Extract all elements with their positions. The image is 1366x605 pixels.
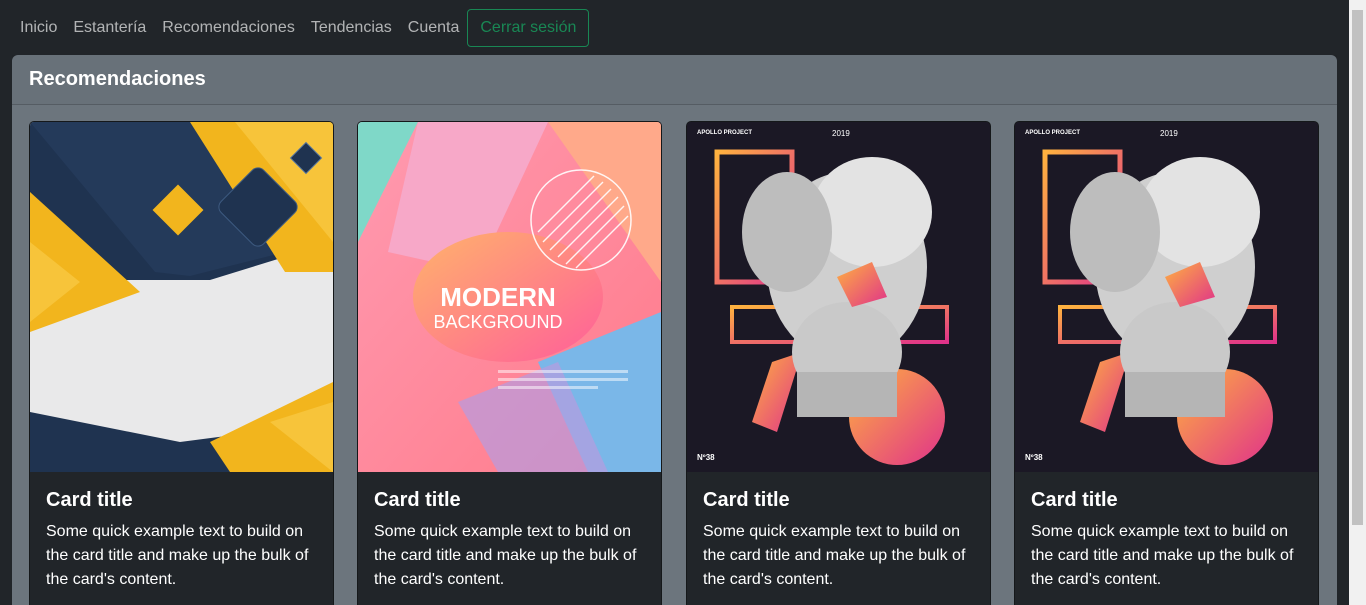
- nav-link-cuenta[interactable]: Cuenta: [400, 16, 468, 40]
- card-body: Card title Some quick example text to bu…: [30, 472, 333, 605]
- panel-header: Recomendaciones: [12, 55, 1337, 105]
- poster-heading: MODERN: [440, 282, 556, 312]
- poster-label: APOLLO PROJECT: [1025, 130, 1080, 136]
- card-body: Card title Some quick example text to bu…: [358, 472, 661, 605]
- nav-link-recomendaciones[interactable]: Recomendaciones: [154, 16, 303, 40]
- book-card[interactable]: Card title Some quick example text to bu…: [29, 121, 334, 605]
- nav-link-inicio[interactable]: Inicio: [12, 16, 65, 40]
- card-title: Card title: [1031, 489, 1118, 511]
- logout-button[interactable]: Cerrar sesión: [467, 8, 590, 47]
- book-card[interactable]: APOLLO PROJECT 2019 Nº38 Card title Some…: [686, 121, 991, 605]
- card-title: Card title: [46, 489, 133, 511]
- card-text: Some quick example text to build on the …: [703, 523, 966, 588]
- card-image-apollo-poster: APOLLO PROJECT 2019 Nº38: [1015, 122, 1318, 472]
- top-navbar: Inicio Estantería Recomendaciones Tenden…: [0, 0, 1349, 55]
- card-image-modern-background: MODERN BACKGROUND: [358, 122, 661, 472]
- book-card[interactable]: MODERN BACKGROUND Card title Some quick …: [357, 121, 662, 605]
- card-title: Card title: [703, 489, 790, 511]
- card-text: Some quick example text to build on the …: [46, 523, 309, 588]
- nav-link-estanteria[interactable]: Estantería: [65, 16, 154, 40]
- nav-link-tendencias[interactable]: Tendencias: [303, 16, 400, 40]
- card-body: Card title Some quick example text to bu…: [1015, 472, 1318, 605]
- recommendations-panel: Recomendaciones Card title Some quick ex…: [12, 55, 1337, 605]
- book-card[interactable]: APOLLO PROJECT 2019 Nº38 Card title Some…: [1014, 121, 1319, 605]
- poster-label: APOLLO PROJECT: [697, 130, 752, 136]
- poster-number: Nº38: [1025, 453, 1043, 462]
- poster-year: 2019: [832, 129, 850, 138]
- card-text: Some quick example text to build on the …: [1031, 523, 1294, 588]
- scrollbar-thumb[interactable]: [1352, 10, 1363, 525]
- card-image-geometric: [30, 122, 333, 472]
- card-text: Some quick example text to build on the …: [374, 523, 637, 588]
- poster-subheading: BACKGROUND: [433, 312, 562, 332]
- card-title: Card title: [374, 489, 461, 511]
- panel-title: Recomendaciones: [29, 68, 206, 90]
- card-body: Card title Some quick example text to bu…: [687, 472, 990, 605]
- card-image-apollo-poster: APOLLO PROJECT 2019 Nº38: [687, 122, 990, 472]
- poster-number: Nº38: [697, 453, 715, 462]
- poster-year: 2019: [1160, 129, 1178, 138]
- page-scrollbar[interactable]: [1349, 0, 1366, 605]
